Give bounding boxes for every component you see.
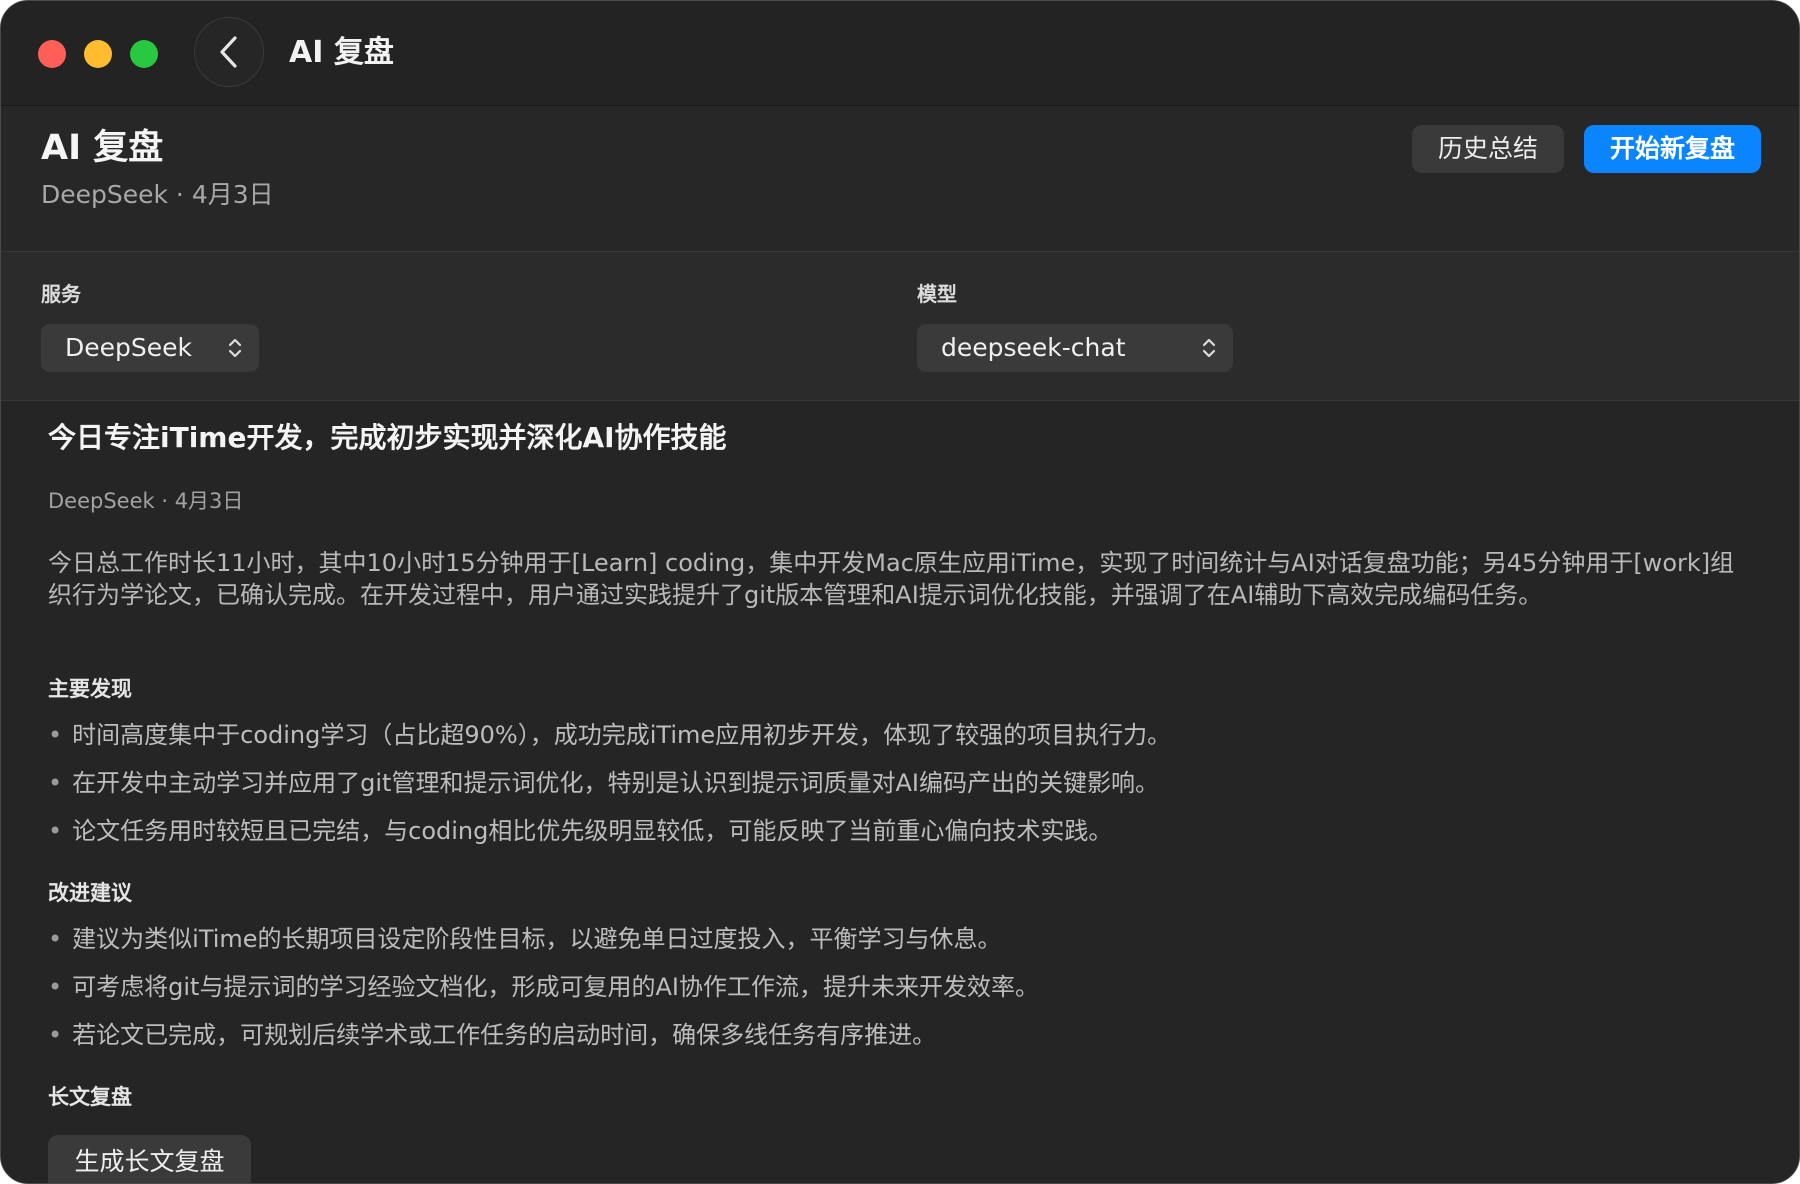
chevron-up-down-icon [1202,338,1216,358]
close-window-button[interactable] [38,40,66,68]
summary-meta: DeepSeek · 4月3日 [48,489,244,513]
finding-item: • 时间高度集中于coding学习（占比超90%），成功完成iTime应用初步开发… [48,721,1172,749]
zoom-window-button[interactable] [130,40,158,68]
service-select[interactable]: DeepSeek [41,324,259,372]
suggestion-item: • 可考虑将git与提示词的学习经验文档化，形成可复用的AI协作工作流，提升未来开… [48,973,1039,1001]
start-new-review-button[interactable]: 开始新复盘 [1584,125,1761,173]
finding-item: • 论文任务用时较短且已完结，与coding相比优先级明显较低，可能反映了当前重心… [48,817,1113,845]
back-button[interactable] [194,17,264,87]
suggestion-item: • 建议为类似iTime的长期项目设定阶段性目标，以避免单日过度投入，平衡学习与休… [48,925,1002,953]
title-bar: AI 复盘 [1,1,1799,106]
summary-body: 今日总工作时长11小时，其中10小时15分钟用于[Learn] coding，集… [48,549,1735,609]
service-label: 服务 [41,282,81,306]
minimize-window-button[interactable] [84,40,112,68]
settings-bar: 服务 DeepSeek 模型 deepseek-chat [1,252,1799,401]
chevron-up-down-icon [228,338,242,358]
finding-item: • 在开发中主动学习并应用了git管理和提示词优化，特别是认识到提示词质量对AI编… [48,769,1159,797]
page-header: AI 复盘 DeepSeek · 4月3日 历史总结 开始新复盘 [1,106,1799,252]
page-title: AI 复盘 [41,128,164,168]
window-title: AI 复盘 [289,35,394,70]
long-review-heading: 长文复盘 [48,1085,132,1109]
history-summary-button[interactable]: 历史总结 [1412,125,1564,173]
chevron-left-icon [220,36,237,68]
app-window: AI 复盘 AI 复盘 DeepSeek · 4月3日 历史总结 开始新复盘 服… [0,0,1800,1184]
service-select-value: DeepSeek [65,333,192,362]
model-label: 模型 [917,282,957,306]
generate-long-review-button[interactable]: 生成长文复盘 [48,1135,251,1183]
model-select[interactable]: deepseek-chat [917,324,1233,372]
review-content: 今日专注iTime开发，完成初步实现并深化AI协作技能 DeepSeek · 4… [1,401,1799,1183]
summary-title: 今日专注iTime开发，完成初步实现并深化AI协作技能 [48,421,727,454]
findings-heading: 主要发现 [48,677,132,701]
suggestion-item: • 若论文已完成，可规划后续学术或工作任务的启动时间，确保多线任务有序推进。 [48,1021,937,1049]
page-subtitle: DeepSeek · 4月3日 [41,180,274,209]
model-select-value: deepseek-chat [941,333,1126,362]
suggestions-heading: 改进建议 [48,881,132,905]
